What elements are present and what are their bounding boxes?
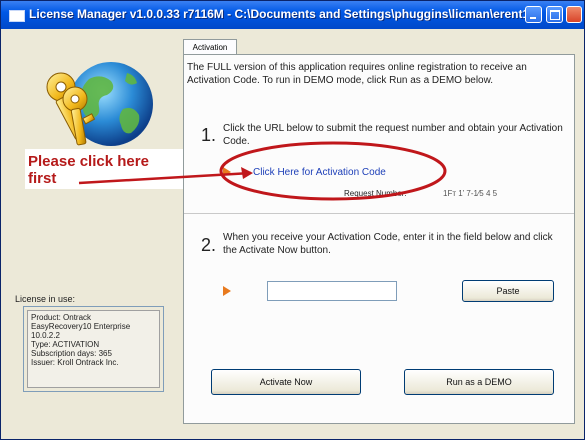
license-info-text: Product: Ontrack EasyRecovery10 Enterpri… bbox=[27, 310, 160, 388]
license-in-use-label: License in use: bbox=[15, 294, 76, 304]
title-bar[interactable]: License Manager v1.0.0.33 r7116M - C:\Do… bbox=[1, 1, 584, 29]
orange-triangle-icon bbox=[223, 167, 231, 177]
license-line: Subscription days: 365 bbox=[31, 349, 112, 358]
app-icon bbox=[9, 10, 25, 22]
callout-line-2: first bbox=[28, 170, 57, 187]
run-as-demo-button[interactable]: Run as a DEMO bbox=[404, 369, 554, 395]
minimize-button[interactable] bbox=[525, 6, 542, 23]
activation-code-link[interactable]: Click Here for Activation Code bbox=[253, 167, 386, 178]
globe-with-keys-icon bbox=[46, 62, 153, 146]
intro-text: The FULL version of this application req… bbox=[187, 62, 527, 86]
callout-line-1: Please click here bbox=[28, 153, 149, 170]
step-2-number: 2. bbox=[201, 235, 217, 255]
request-number-value: 1Fт 1’ 7-1⁄5 4 5 bbox=[443, 189, 498, 198]
close-button[interactable] bbox=[566, 6, 582, 23]
license-line: 10.0.2.2 bbox=[31, 331, 60, 340]
orange-triangle-icon bbox=[223, 286, 231, 296]
license-manager-window: License Manager v1.0.0.33 r7116M - C:\Do… bbox=[0, 0, 585, 440]
callout-label: Please click here first bbox=[28, 153, 149, 187]
step-1-number: 1. bbox=[201, 125, 217, 145]
step-2-text: When you receive your Activation Code, e… bbox=[223, 232, 553, 256]
activation-code-input[interactable] bbox=[267, 281, 397, 301]
maximize-button[interactable] bbox=[546, 6, 563, 23]
section-divider bbox=[184, 213, 574, 214]
license-line: Product: Ontrack bbox=[31, 313, 92, 322]
license-info-box: Product: Ontrack EasyRecovery10 Enterpri… bbox=[23, 306, 164, 392]
license-line: EasyRecovery10 Enterprise bbox=[31, 322, 131, 331]
paste-button[interactable]: Paste bbox=[462, 280, 554, 302]
license-line: Type: ACTIVATION bbox=[31, 340, 100, 349]
request-number-label: Request Number: bbox=[344, 189, 407, 198]
license-line: Issuer: Kroll Ontrack Inc. bbox=[31, 358, 119, 367]
activate-now-button[interactable]: Activate Now bbox=[211, 369, 361, 395]
window-title: License Manager v1.0.0.33 r7116M - C:\Do… bbox=[29, 7, 529, 21]
step-1-text: Click the URL below to submit the reques… bbox=[223, 123, 563, 147]
